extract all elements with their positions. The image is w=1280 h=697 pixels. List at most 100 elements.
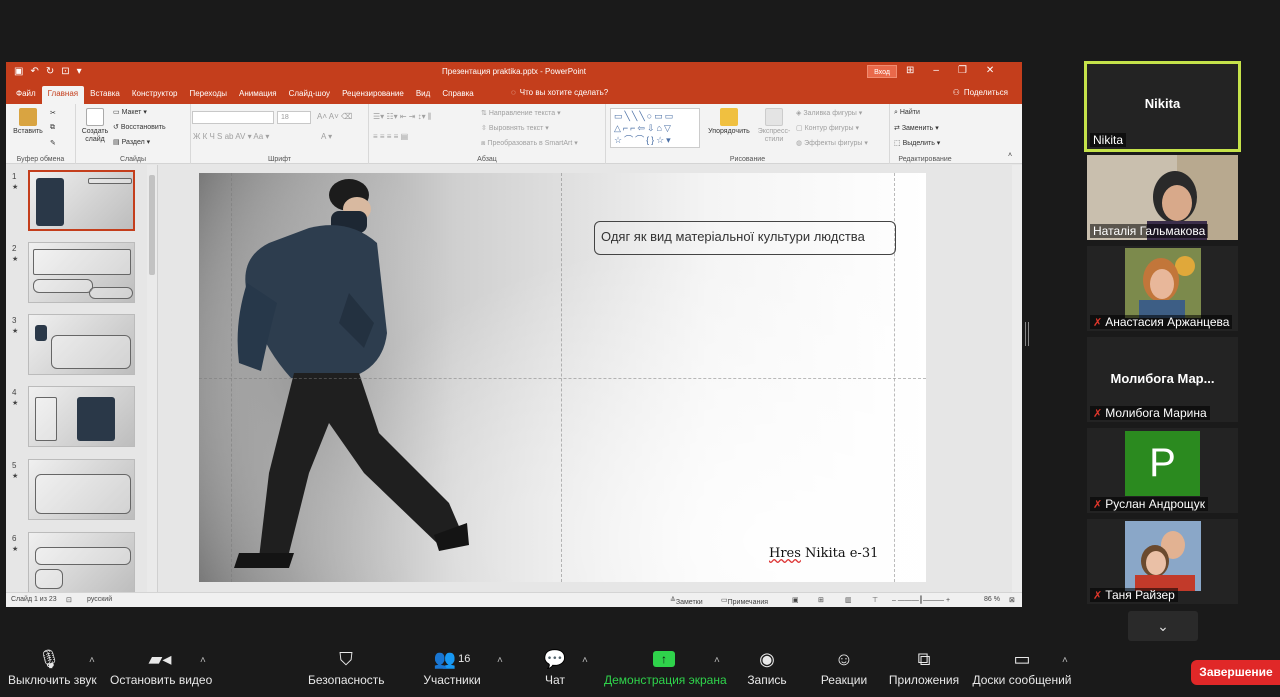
participant-tile[interactable]: Nikita Nikita	[1084, 61, 1241, 152]
minimize-icon[interactable]: –	[933, 65, 939, 77]
fit-slide-icon[interactable]: ⊠	[1009, 596, 1015, 604]
editor-scrollbar[interactable]	[1012, 165, 1022, 592]
font-style-buttons[interactable]: Ж К Ч S ab AV ▾ Aa ▾	[193, 132, 269, 141]
thumbnails-scrollbar[interactable]	[147, 165, 157, 592]
ribbon-tab[interactable]: Конструктор	[126, 86, 184, 104]
thumbnails-scroll-thumb[interactable]	[149, 175, 155, 275]
chat-button[interactable]: 💬 Чат	[540, 645, 570, 688]
select-button[interactable]: ⬚ Выделить ▾	[894, 139, 940, 147]
ribbon-tab[interactable]: Слайд-шоу	[283, 86, 336, 104]
ribbon-tab[interactable]: Файл	[10, 86, 42, 104]
reactions-button[interactable]: ☺ Реакции	[820, 645, 868, 688]
shape-fill-label: Заливка фигуры	[803, 110, 857, 117]
current-slide[interactable]: Одяг як вид матеріальної культури людств…	[199, 173, 926, 582]
participant-tile[interactable]: ✗ Таня Райзер	[1087, 519, 1238, 604]
spellcheck-icon[interactable]: ⊡	[66, 596, 72, 604]
new-slide-button[interactable]: Создать слайд	[80, 108, 110, 144]
editing-group: ⌕ Найти ⇄ Заменить ▾ ⬚ Выделить ▾ Редакт…	[890, 104, 960, 164]
share-options-chevron[interactable]: ˄	[714, 655, 720, 666]
font-color-button[interactable]: A ▾	[321, 132, 332, 141]
comments-button[interactable]: ▭ Примечания	[721, 596, 768, 606]
font-family-box[interactable]	[192, 111, 274, 124]
notes-button[interactable]: ≙ Заметки	[670, 596, 703, 606]
end-meeting-button[interactable]: Завершение	[1191, 660, 1280, 685]
sorter-view-icon[interactable]: ⊞	[818, 596, 824, 604]
participant-tile[interactable]: ✗ Анастасия Аржанцева	[1087, 246, 1238, 331]
slide-thumbnail[interactable]	[28, 314, 135, 375]
normal-view-icon[interactable]: ▣	[792, 596, 799, 604]
reset-button[interactable]: ↺ Восстановить	[113, 123, 166, 131]
shape-outline-label: Контур фигуры	[804, 125, 854, 132]
shape-effects-button[interactable]: ◍ Эффекты фигуры ▾	[796, 139, 868, 147]
font-size-controls[interactable]: A˄ A˅ ⌫	[317, 112, 352, 121]
section-button[interactable]: ▤ Раздел ▾	[113, 138, 150, 146]
share-screen-button[interactable]: ↑ Демонстрация экрана	[604, 645, 727, 687]
audio-options-chevron[interactable]: ˄	[89, 655, 95, 666]
copy-icon[interactable]: ⧉	[50, 124, 55, 132]
slide-thumbnail[interactable]	[28, 386, 135, 447]
slide-thumbnail[interactable]	[28, 459, 135, 520]
video-options-chevron[interactable]: ˄	[200, 655, 206, 666]
ribbon-display-icon[interactable]: ⊞	[906, 65, 914, 77]
participant-tile[interactable]: Наталія Гальмакова	[1087, 155, 1238, 240]
participant-tile[interactable]: P ✗ Руслан Андрощук	[1087, 428, 1238, 513]
align-text-button[interactable]: ⇳ Выровнять текст ▾	[481, 124, 549, 132]
replace-button[interactable]: ⇄ Заменить ▾	[894, 124, 939, 132]
ribbon-tab[interactable]: Вид	[410, 86, 436, 104]
record-button[interactable]: ◉ Запись	[746, 645, 788, 688]
quick-styles-button[interactable]: Экспресс-стили	[754, 108, 794, 144]
share-button[interactable]: ⚇ Поделиться	[953, 88, 1008, 97]
format-painter-icon[interactable]: ✎	[50, 139, 56, 147]
zoom-level[interactable]: 86 %	[984, 596, 1000, 603]
signin-button[interactable]: Вход	[867, 65, 897, 78]
slide-title-textbox[interactable]: Одяг як вид матеріальної культури людств…	[594, 221, 896, 255]
ribbon-tab[interactable]: Рецензирование	[336, 86, 410, 104]
text-direction-label: Направление текста	[488, 110, 556, 117]
restore-icon[interactable]: ❐	[958, 65, 967, 77]
security-button[interactable]: ⛉ Безопасность	[308, 645, 385, 688]
reactions-label: Реакции	[820, 673, 868, 687]
collapse-ribbon-icon[interactable]: ˄	[1008, 152, 1012, 159]
slide-thumbnail[interactable]	[28, 170, 135, 231]
chat-options-chevron[interactable]: ˄	[582, 655, 588, 666]
slide-author-textbox[interactable]: Hres Nikita e-31	[769, 546, 878, 561]
smartart-button[interactable]: ⧈ Преобразовать в SmartArt ▾	[481, 139, 578, 148]
participant-big-name: Молибога Мар...	[1110, 371, 1215, 386]
layout-button[interactable]: ▭ Макет ▾	[113, 108, 147, 116]
participant-tile[interactable]: Молибога Мар... ✗ Молибога Марина	[1087, 337, 1238, 422]
language-label[interactable]: русский	[87, 596, 112, 603]
participants-button[interactable]: 👥 16 Участники	[420, 645, 484, 688]
list-buttons[interactable]: ☰▾ ☷▾ ⇤ ⇥ ↕▾ ⫼	[373, 112, 432, 122]
whiteboards-button[interactable]: ▭ Доски сообщений	[972, 645, 1072, 688]
align-buttons[interactable]: ≡ ≡ ≡ ≡ ▤	[373, 132, 408, 141]
ppt-statusbar: Слайд 1 из 23 ⊡ русский ≙ Заметки ▭ Прим…	[6, 592, 1022, 607]
participants-options-chevron[interactable]: ˄	[497, 655, 503, 666]
shape-outline-button[interactable]: ▢ Контур фигуры ▾	[796, 124, 859, 132]
ribbon-tab[interactable]: Главная	[41, 86, 85, 104]
reading-view-icon[interactable]: ▥	[845, 596, 852, 604]
stop-video-button[interactable]: ▰◂ Остановить видео	[110, 645, 212, 688]
tell-me-search[interactable]: ◌ Что вы хотите сделать?	[511, 88, 608, 97]
close-icon[interactable]: ✕	[986, 65, 994, 77]
cut-icon[interactable]: ✂	[50, 109, 56, 117]
find-button[interactable]: ⌕ Найти	[894, 109, 920, 117]
zoom-slider[interactable]: – ———┃——— +	[892, 596, 950, 604]
mute-button[interactable]: 🎙 Выключить звук	[8, 645, 97, 688]
split-handle[interactable]	[1025, 322, 1029, 346]
whiteboards-options-chevron[interactable]: ˄	[1062, 655, 1068, 666]
gallery-next-page-button[interactable]: ⌄	[1128, 611, 1198, 641]
ribbon-tab[interactable]: Переходы	[183, 86, 233, 104]
slideshow-view-icon[interactable]: ⊤	[872, 596, 878, 604]
apps-button[interactable]: ⧉ Приложения	[888, 645, 960, 688]
font-size-box[interactable]: 18	[277, 111, 311, 124]
slide-thumbnail[interactable]	[28, 242, 135, 303]
text-direction-button[interactable]: ⇅ Направление текста ▾	[481, 109, 561, 117]
slide-thumbnail[interactable]	[28, 532, 135, 593]
paste-button[interactable]: Вставить	[10, 108, 46, 136]
shapes-gallery[interactable]: ▭╲╲╲○▭▭ △⌐⌐⇦⇩⌂▽ ☆⌒⌒{}☆▾	[610, 108, 700, 148]
ribbon-tab[interactable]: Вставка	[84, 86, 126, 104]
ribbon-tab[interactable]: Анимация	[233, 86, 283, 104]
shape-fill-button[interactable]: ◈ Заливка фигуры ▾	[796, 109, 862, 117]
arrange-button[interactable]: Упорядочить	[704, 108, 754, 136]
ribbon-tab[interactable]: Справка	[436, 86, 479, 104]
